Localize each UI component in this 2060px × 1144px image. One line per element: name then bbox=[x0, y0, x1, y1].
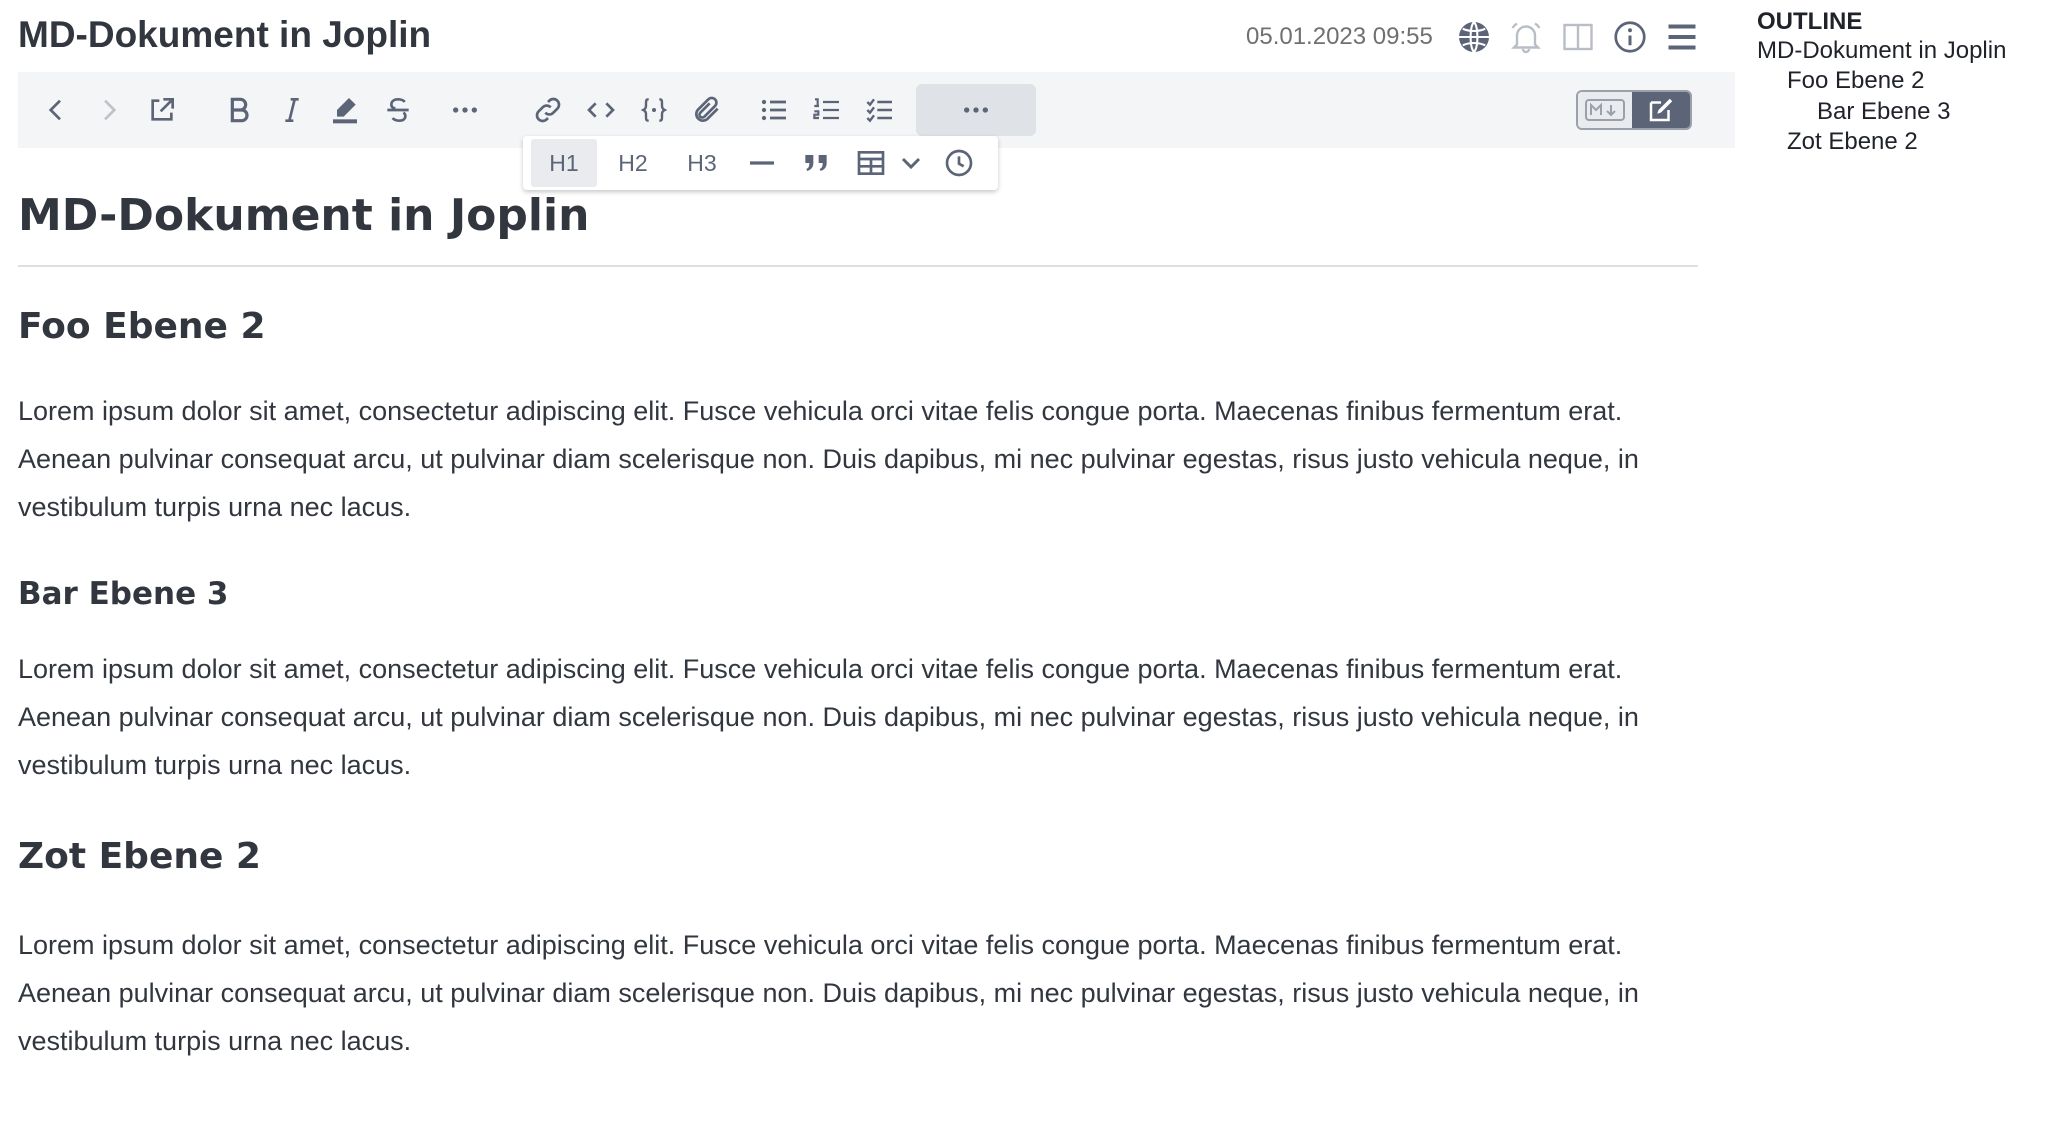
paragraph: Lorem ipsum dolor sit amet, consectetur … bbox=[18, 396, 1639, 522]
note-title[interactable]: MD-Dokument in Joplin bbox=[18, 14, 431, 56]
table-icon[interactable] bbox=[849, 139, 893, 187]
outline-item[interactable]: Zot Ebene 2 bbox=[1787, 128, 1918, 156]
paragraph: Lorem ipsum dolor sit amet, consectetur … bbox=[18, 654, 1639, 780]
clock-icon[interactable] bbox=[935, 139, 983, 187]
outline-panel: OUTLINE MD-Dokument in Joplin Foo Ebene … bbox=[1735, 0, 2060, 1144]
outline-item[interactable]: Foo Ebene 2 bbox=[1787, 67, 1924, 95]
code-block-icon[interactable] bbox=[634, 90, 674, 130]
heading-1-button[interactable]: H1 bbox=[531, 139, 597, 187]
link-icon[interactable] bbox=[528, 90, 568, 130]
note-editor: MD-Dokument in Joplin 05.01.2023 09:55 H… bbox=[0, 0, 1735, 1144]
note-date[interactable]: 05.01.2023 09:55 bbox=[1246, 23, 1433, 51]
checklist-icon[interactable] bbox=[860, 90, 900, 130]
italic-icon[interactable] bbox=[272, 90, 312, 130]
menu-icon[interactable] bbox=[1662, 17, 1702, 57]
heading-3-button[interactable]: H3 bbox=[669, 139, 735, 187]
rich-editor-mode-button[interactable] bbox=[1632, 92, 1690, 128]
highlight-icon[interactable] bbox=[325, 90, 365, 130]
horizontal-rule-icon[interactable] bbox=[739, 139, 785, 187]
chevron-down-icon[interactable] bbox=[893, 139, 929, 187]
blockquote-icon[interactable] bbox=[793, 139, 839, 187]
forward-icon[interactable] bbox=[89, 90, 129, 130]
globe-icon[interactable] bbox=[1454, 17, 1494, 57]
outline-heading: OUTLINE bbox=[1757, 8, 1863, 35]
attachment-icon[interactable] bbox=[687, 90, 727, 130]
info-icon[interactable] bbox=[1610, 17, 1650, 57]
markdown-mode-button[interactable] bbox=[1578, 92, 1632, 128]
paragraph: Lorem ipsum dolor sit amet, consectetur … bbox=[18, 930, 1639, 1056]
document-heading-1: MD-Dokument in Joplin bbox=[18, 190, 590, 241]
section-heading: Zot Ebene 2 bbox=[18, 836, 261, 877]
edit-icon bbox=[1649, 98, 1673, 122]
section-heading: Bar Ebene 3 bbox=[18, 576, 229, 612]
bell-icon[interactable] bbox=[1506, 17, 1546, 57]
heading-divider bbox=[18, 265, 1698, 267]
back-icon[interactable] bbox=[36, 90, 76, 130]
bullet-list-icon[interactable] bbox=[754, 90, 794, 130]
markdown-icon bbox=[1585, 99, 1625, 121]
heading-2-button[interactable]: H2 bbox=[600, 139, 666, 187]
more-icon[interactable] bbox=[445, 90, 485, 130]
note-title-bar: MD-Dokument in Joplin 05.01.2023 09:55 bbox=[18, 8, 1718, 60]
more-icon[interactable] bbox=[956, 90, 996, 130]
numbered-list-icon[interactable] bbox=[807, 90, 847, 130]
section-heading: Foo Ebene 2 bbox=[18, 306, 266, 347]
outline-item[interactable]: MD-Dokument in Joplin bbox=[1757, 37, 2006, 65]
external-edit-icon[interactable] bbox=[142, 90, 182, 130]
code-icon[interactable] bbox=[581, 90, 621, 130]
split-view-icon[interactable] bbox=[1558, 17, 1598, 57]
strikethrough-icon[interactable] bbox=[378, 90, 418, 130]
toolbar-more-dropdown: H1 H2 H3 bbox=[523, 136, 998, 190]
bold-icon[interactable] bbox=[219, 90, 259, 130]
editor-mode-toggle[interactable] bbox=[1576, 90, 1692, 130]
outline-item[interactable]: Bar Ebene 3 bbox=[1817, 98, 1950, 126]
